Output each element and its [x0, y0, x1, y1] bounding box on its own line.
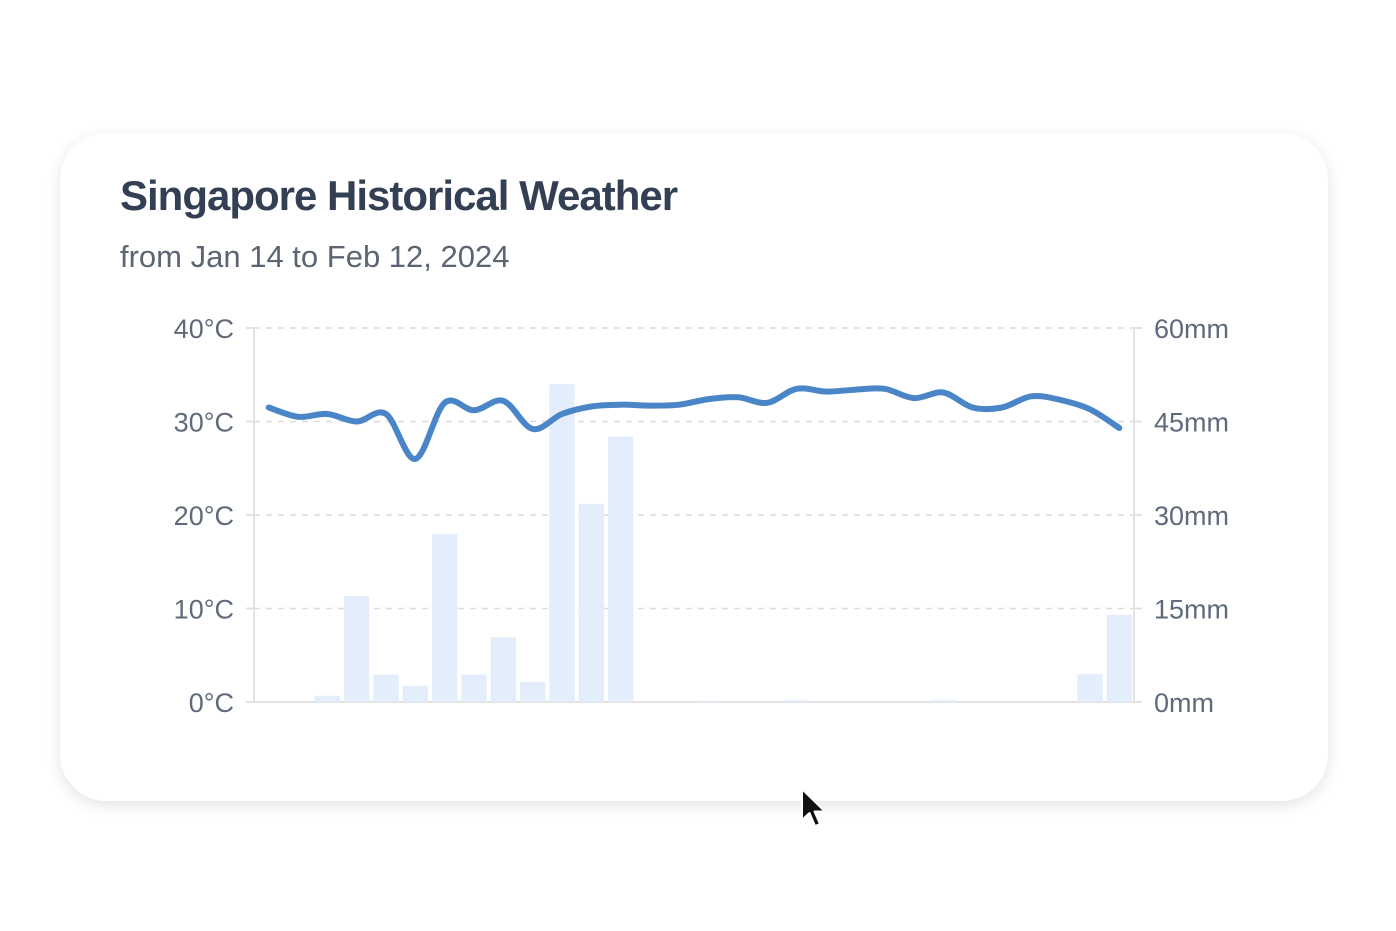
left-tick-label: 40°C	[174, 314, 234, 344]
left-tick-label: 10°C	[174, 595, 234, 625]
weather-chart: 0°C 10°C 20°C 30°C 40°C 0mm 15mm 30mm 45mm 60mm	[174, 314, 1229, 718]
right-axis-ticks: 0mm 15mm 30mm 45mm 60mm	[1134, 314, 1229, 718]
temperature-series	[265, 385, 1123, 462]
left-tick-label: 0°C	[189, 688, 234, 718]
right-tick-label: 0mm	[1154, 688, 1214, 718]
temperature-line	[265, 385, 1123, 462]
left-tick-label: 30°C	[174, 408, 234, 438]
precipitation-bar	[1077, 673, 1103, 702]
gridlines	[254, 327, 1134, 610]
precipitation-bar	[520, 682, 546, 702]
precipitation-bar	[784, 700, 810, 702]
precipitation-bars	[314, 384, 1132, 702]
left-tick-label: 20°C	[174, 501, 234, 531]
left-axis-ticks: 0°C 10°C 20°C 30°C 40°C	[174, 314, 254, 718]
right-tick-label: 60mm	[1154, 314, 1229, 344]
right-tick-label: 15mm	[1154, 595, 1229, 625]
precipitation-bar	[578, 503, 604, 702]
precipitation-bar	[930, 700, 956, 702]
precipitation-bar	[608, 436, 634, 702]
precipitation-bar	[314, 695, 340, 702]
precipitation-bar	[490, 637, 516, 702]
precipitation-bar	[696, 700, 722, 702]
precipitation-bar	[432, 533, 458, 702]
mouse-cursor-icon	[801, 788, 826, 827]
precipitation-bar	[1106, 614, 1132, 702]
right-tick-label: 30mm	[1154, 501, 1229, 531]
precipitation-bar	[461, 674, 487, 702]
precipitation-bar	[549, 384, 575, 702]
precipitation-bar	[402, 685, 428, 702]
precipitation-bar	[373, 674, 399, 702]
precipitation-bar	[344, 596, 370, 702]
right-tick-label: 45mm	[1154, 408, 1229, 438]
